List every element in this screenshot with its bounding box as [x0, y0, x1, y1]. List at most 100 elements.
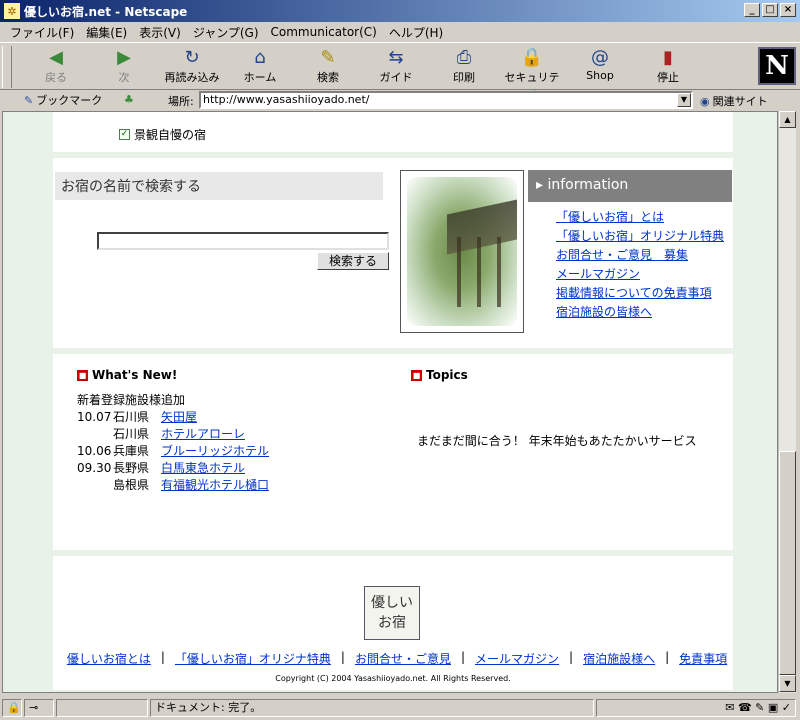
window-title: 優しいお宿.net - Netscape	[24, 4, 188, 19]
search-icon: ✎	[320, 47, 336, 68]
arrow-icon: ▸	[536, 177, 544, 193]
forward-icon: ▶	[117, 47, 131, 68]
copyright: Copyright (C) 2004 Yasashiioyado.net. Al…	[275, 674, 511, 683]
footer-link-contact[interactable]: お問合せ・ご意見	[355, 650, 451, 667]
info-link-disclaimer[interactable]: 掲載情報についての免責事項	[556, 284, 724, 303]
maximize-button[interactable]: □	[762, 3, 778, 17]
news-date: 10.07	[77, 410, 112, 424]
component-bar[interactable]: ✉ ☎ ✎ ▣ ✓	[596, 699, 796, 717]
home-button[interactable]: ⌂ ホーム	[228, 47, 292, 87]
menu-communicator[interactable]: Communicator(C)	[265, 25, 383, 39]
menu-help[interactable]: ヘルプ(H)	[383, 24, 449, 41]
information-header: ▸ information	[528, 170, 732, 202]
inn-photo-image	[407, 177, 517, 326]
minimize-button[interactable]: _	[744, 3, 760, 17]
yasashii-oyado-logo[interactable]: 優しい お宿	[364, 586, 420, 640]
section-bullet-icon: ■	[411, 369, 422, 381]
back-label: 戻る	[45, 71, 67, 84]
status-bar: 🔒 ⊸ ドキュメント: 完了。 ✉ ☎ ✎ ▣ ✓	[0, 696, 800, 720]
print-button[interactable]: ⎙ 印刷	[432, 47, 496, 87]
information-links: 「優しいお宿」とは 「優しいお宿」オリジナル特典 お問合せ・ご意見 募集 メール…	[556, 208, 724, 322]
forward-button[interactable]: ▶ 次	[92, 47, 156, 87]
checkbox-icon[interactable]: ✓	[119, 129, 130, 140]
location-label: 場所:	[168, 95, 194, 108]
back-icon: ◀	[49, 47, 63, 68]
reload-label: 再読み込み	[164, 71, 220, 84]
bookmarks-button[interactable]: ✎ ブックマーク	[24, 92, 102, 108]
scroll-thumb[interactable]	[779, 451, 796, 675]
info-link-contact[interactable]: お問合せ・ご意見 募集	[556, 246, 724, 265]
netscape-logo[interactable]: N	[758, 47, 796, 85]
progress-bar	[56, 699, 148, 717]
footer-link-benefits[interactable]: 「優しいお宿」オリジナ特典	[175, 650, 331, 667]
guide-button[interactable]: ⇆ ガイド	[364, 47, 428, 87]
bookmarks-label: ブックマーク	[36, 94, 103, 107]
news-inn-link[interactable]: ホテルアローレ	[161, 426, 245, 443]
news-inn-link[interactable]: 白馬東急ホテル	[161, 460, 245, 477]
news-item: 09.30 長野県 白馬東急ホテル	[77, 460, 269, 477]
whats-new-list: 新着登録施設様追加 10.07 石川県 矢田屋 石川県 ホテルアローレ 10.0…	[77, 392, 269, 494]
related-sites-icon: ◉	[700, 94, 710, 108]
footer-link-facilities[interactable]: 宿泊施設様へ	[583, 650, 655, 667]
back-button[interactable]: ◀ 戻る	[24, 47, 88, 87]
inn-name-search-input[interactable]	[97, 232, 389, 250]
title-bar: ✲ 優しいお宿.net - Netscape _ □ ×	[0, 0, 800, 22]
info-link-benefits[interactable]: 「優しいお宿」オリジナル特典	[556, 227, 724, 246]
whats-new-heading: ■ What's New!	[77, 368, 177, 382]
footer-link-newsletter[interactable]: メールマガジン	[475, 650, 559, 667]
navigation-toolbar: ◀ 戻る ▶ 次 ↻ 再読み込み ⌂ ホーム ✎ 検索 ⇆ ガイド ⎙ 印刷 🔒…	[0, 42, 800, 100]
reload-button[interactable]: ↻ 再読み込み	[160, 47, 224, 87]
url-dropdown-arrow[interactable]: ▼	[677, 93, 691, 107]
menu-view[interactable]: 表示(V)	[133, 24, 187, 41]
info-link-facilities[interactable]: 宿泊施設の皆様へ	[556, 303, 724, 322]
news-date	[77, 426, 113, 443]
separator: |	[160, 650, 165, 664]
scroll-up-button[interactable]: ▲	[779, 111, 796, 128]
info-link-newsletter[interactable]: メールマガジン	[556, 265, 724, 284]
bookmark-icon: ✎	[24, 93, 34, 107]
news-prefecture: 長野県	[113, 461, 150, 475]
toolbar-grip[interactable]	[2, 46, 12, 88]
stop-button[interactable]: ▮ 停止	[636, 47, 700, 87]
stop-label: 停止	[657, 71, 679, 84]
search-title: お宿の名前で検索する	[55, 172, 383, 200]
vertical-scrollbar[interactable]: ▲ ▼	[778, 111, 796, 693]
scenic-inn-option[interactable]: ✓ 景観自慢の宿	[119, 126, 206, 143]
search-button[interactable]: ✎ 検索	[296, 47, 360, 87]
footer-links: 優しいお宿とは | 「優しいお宿」オリジナ特典 | お問合せ・ご意見 | メール…	[63, 650, 731, 667]
security-button[interactable]: 🔒 セキュリティ	[500, 47, 564, 100]
status-text: ドキュメント: 完了。	[150, 699, 594, 717]
lock-icon: 🔒	[520, 47, 544, 68]
logo-line1: 優しい	[371, 595, 413, 611]
guide-icon: ⇆	[388, 47, 404, 68]
stop-icon: ▮	[663, 47, 673, 68]
reload-icon: ↻	[184, 47, 200, 68]
shop-icon: @	[591, 47, 609, 68]
news-prefecture: 石川県	[113, 427, 150, 441]
related-sites-button[interactable]: ◉ 関連サイト	[700, 93, 768, 109]
scroll-down-button[interactable]: ▼	[779, 675, 796, 692]
page-proxy-icon[interactable]: ♣	[124, 93, 134, 106]
news-inn-link[interactable]: 有福観光ホテル樋口	[161, 477, 269, 494]
info-link-about[interactable]: 「優しいお宿」とは	[556, 208, 724, 227]
separator: |	[569, 650, 574, 664]
menu-edit[interactable]: 編集(E)	[80, 24, 133, 41]
shop-button[interactable]: @ Shop	[568, 47, 632, 87]
menu-bar: ファイル(F) 編集(E) 表示(V) ジャンプ(G) Communicator…	[0, 22, 800, 42]
separator: |	[460, 650, 466, 664]
close-button[interactable]: ×	[780, 3, 796, 17]
news-prefecture: 島根県	[113, 478, 150, 492]
news-inn-link[interactable]: ブルーリッジホテル	[161, 443, 269, 460]
footer-link-about[interactable]: 優しいお宿とは	[67, 650, 151, 667]
inn-photo	[400, 170, 524, 333]
menu-go[interactable]: ジャンプ(G)	[187, 24, 265, 41]
print-label: 印刷	[453, 71, 475, 84]
search-submit-button[interactable]: 検索する	[317, 252, 389, 270]
menu-file[interactable]: ファイル(F)	[4, 24, 80, 41]
news-item: 石川県 ホテルアローレ	[77, 426, 269, 443]
news-inn-link[interactable]: 矢田屋	[161, 409, 197, 426]
url-field[interactable]: http://www.yasashiioyado.net/	[199, 91, 693, 109]
footer-link-disclaimer[interactable]: 免責事項	[679, 650, 727, 667]
security-status-icon[interactable]: 🔒	[2, 699, 22, 717]
news-date	[77, 477, 113, 494]
